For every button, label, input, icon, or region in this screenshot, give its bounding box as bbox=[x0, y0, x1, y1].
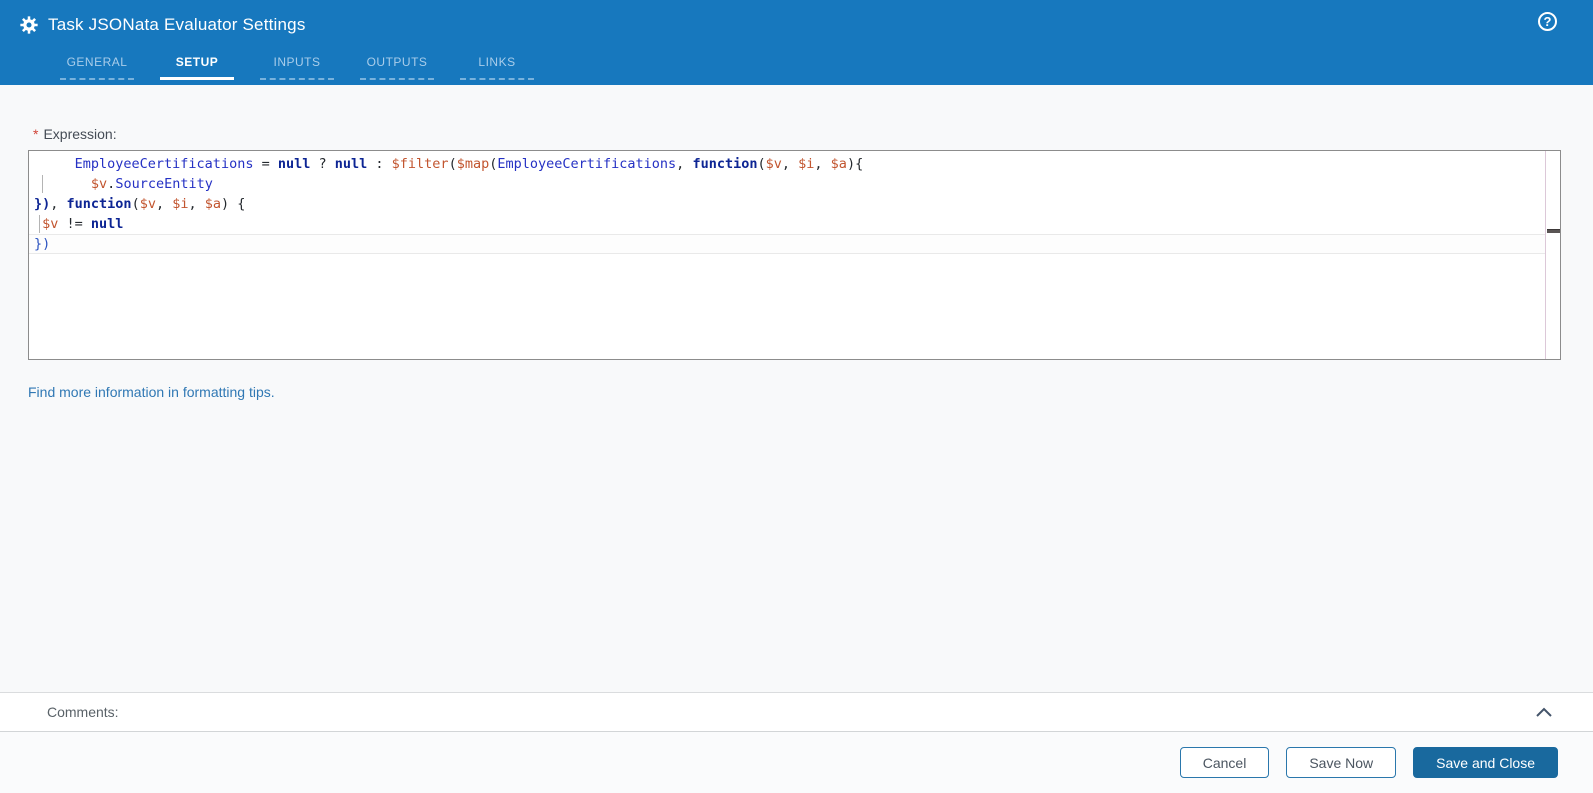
scrollbar-thumb[interactable] bbox=[1547, 229, 1560, 233]
tab-general[interactable]: GENERAL bbox=[60, 55, 134, 80]
comments-section: Comments: bbox=[0, 692, 1593, 732]
expression-label-text: Expression: bbox=[43, 126, 117, 142]
page-title: Task JSONata Evaluator Settings bbox=[48, 15, 306, 34]
tab-bar: GENERAL SETUP INPUTS OUTPUTS LINKS bbox=[60, 55, 1593, 80]
expression-code[interactable]: EmployeeCertifications = null ? null : $… bbox=[29, 151, 1545, 359]
cancel-button[interactable]: Cancel bbox=[1179, 747, 1270, 778]
setup-tab-panel: * Expression: EmployeeCertifications = nu… bbox=[0, 85, 1593, 692]
tab-setup[interactable]: SETUP bbox=[160, 55, 234, 80]
expression-editor[interactable]: EmployeeCertifications = null ? null : $… bbox=[28, 150, 1561, 360]
chevron-up-icon bbox=[1536, 707, 1552, 717]
code-line: }) bbox=[29, 234, 1545, 254]
indent-guide bbox=[42, 175, 44, 193]
save-and-close-button[interactable]: Save and Close bbox=[1413, 747, 1558, 778]
gear-icon bbox=[20, 16, 38, 34]
code-line: $v.SourceEntity bbox=[29, 174, 1545, 194]
code-line: EmployeeCertifications = null ? null : $… bbox=[74, 156, 864, 172]
comments-label: Comments: bbox=[47, 704, 119, 720]
code-line: }), function($v, $i, $a) { bbox=[34, 196, 246, 212]
tab-inputs[interactable]: INPUTS bbox=[260, 55, 334, 80]
help-icon[interactable]: ? bbox=[1538, 12, 1557, 31]
tab-links[interactable]: LINKS bbox=[460, 55, 534, 80]
tab-outputs[interactable]: OUTPUTS bbox=[360, 55, 434, 80]
code-line: $v != null bbox=[29, 214, 1545, 234]
required-asterisk: * bbox=[33, 126, 39, 142]
dialog-footer: Cancel Save Now Save and Close bbox=[0, 732, 1593, 793]
expression-field-label: * Expression: bbox=[33, 126, 1593, 142]
formatting-tips-link[interactable]: Find more information in formatting tips… bbox=[28, 384, 275, 400]
dialog-header: Task JSONata Evaluator Settings ? GENERA… bbox=[0, 0, 1593, 85]
collapse-comments-button[interactable] bbox=[1535, 703, 1553, 721]
editor-scrollbar[interactable] bbox=[1545, 151, 1560, 359]
indent-guide bbox=[38, 215, 40, 233]
save-now-button[interactable]: Save Now bbox=[1286, 747, 1397, 778]
